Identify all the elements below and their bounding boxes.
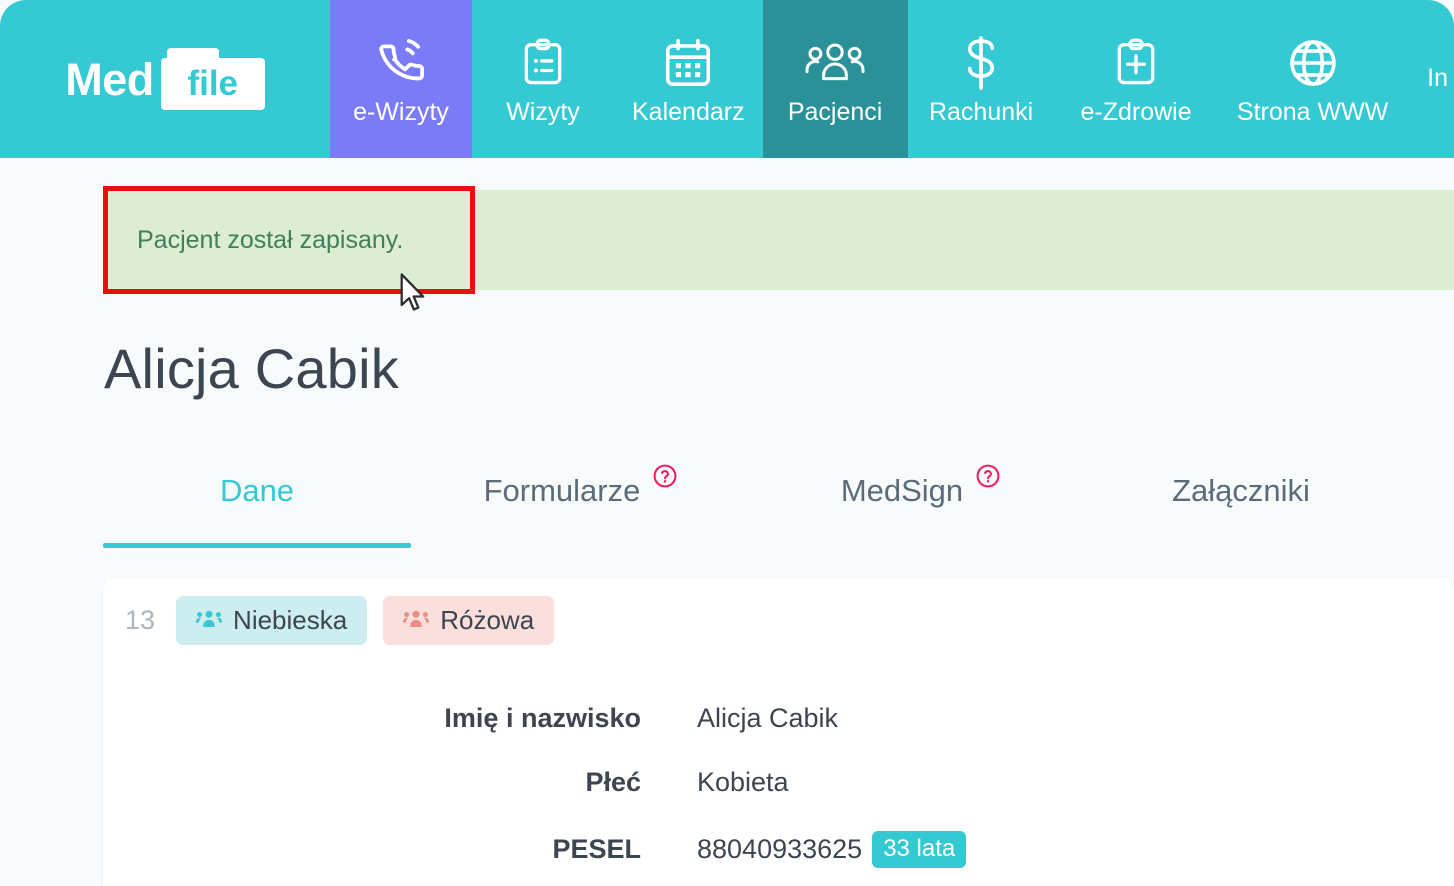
medfile-logo[interactable]: Med file [0, 0, 330, 158]
folder-icon: file [160, 48, 265, 110]
field-value-imie-i-nazwisko: Alicja Cabik [697, 703, 839, 733]
patients-group-icon [805, 32, 865, 94]
success-alert: Pacjent został zapisany. [103, 190, 1454, 290]
nav-label-strona-www: Strona WWW [1236, 97, 1389, 126]
nav-label-e-wizyty: e-Wizyty [353, 97, 449, 126]
tag-chip-rozowa[interactable]: Różowa [383, 596, 555, 645]
nav-label-e-zdrowie: e-Zdrowie [1080, 97, 1192, 126]
nav-label-pacjenci: Pacjenci [787, 97, 883, 126]
main-navigation-bar: Med file e-Wizyty Wizyty Kalendarz Pacje… [0, 0, 1454, 158]
nav-item-pacjenci[interactable]: Pacjenci [762, 0, 908, 158]
nav-item-kalendarz[interactable]: Kalendarz [614, 0, 763, 158]
tab-dane[interactable]: Dane [103, 455, 411, 548]
field-row-pesel: PESEL 88040933625 33 lata [103, 831, 1454, 868]
tag-label-rozowa: Różowa [440, 605, 535, 635]
patient-tabs: Dane Formularze MedSign Załączniki [103, 455, 1454, 555]
field-label-imie-i-nazwisko: Imię i nazwisko [444, 703, 641, 733]
help-icon-formularze[interactable] [652, 463, 678, 489]
dollar-icon [958, 32, 1004, 94]
nav-item-truncated[interactable]: In [1408, 0, 1454, 158]
success-alert-message: Pacjent został zapisany. [137, 225, 404, 254]
age-badge: 33 lata [872, 831, 967, 868]
nav-item-e-zdrowie[interactable]: e-Zdrowie [1055, 0, 1218, 158]
nav-label-rachunki: Rachunki [928, 97, 1034, 126]
nav-item-e-wizyty[interactable]: e-Wizyty [330, 0, 472, 158]
tab-label-medsign: MedSign [840, 473, 964, 508]
field-label-pesel: PESEL [552, 833, 641, 864]
tab-label-formularze: Formularze [483, 473, 641, 508]
patient-data-card: 13 Niebieska Różowa Imię i nazwisko Alic… [103, 578, 1454, 886]
field-value-pesel-wrap: 88040933625 33 lata [641, 831, 967, 868]
nav-label-kalendarz: Kalendarz [632, 97, 745, 126]
patient-fields: Imię i nazwisko Alicja Cabik Płeć Kobiet… [103, 703, 1454, 868]
group-icon [196, 605, 223, 636]
tab-zalaczniki[interactable]: Załączniki [1091, 455, 1391, 548]
tab-formularze[interactable]: Formularze [411, 455, 751, 548]
nav-item-rachunki[interactable]: Rachunki [908, 0, 1055, 158]
patient-id-number: 13 [125, 605, 156, 635]
group-icon [403, 605, 430, 636]
page-title: Alicja Cabik [104, 337, 399, 400]
app-screen: Med file e-Wizyty Wizyty Kalendarz Pacje… [0, 0, 1454, 886]
field-row-imie-i-nazwisko: Imię i nazwisko Alicja Cabik [103, 703, 1454, 734]
logo-text-med: Med [65, 53, 154, 105]
calendar-icon [661, 32, 715, 94]
field-value-plec: Kobieta [697, 767, 789, 797]
phone-call-icon [374, 32, 428, 94]
tag-label-niebieska: Niebieska [233, 605, 348, 635]
tab-label-zalaczniki: Załączniki [1172, 473, 1310, 508]
clipboard-medical-icon [1111, 32, 1161, 94]
nav-label-truncated: In [1427, 65, 1448, 93]
field-row-plec: Płeć Kobieta [103, 767, 1454, 798]
tag-chip-niebieska[interactable]: Niebieska [176, 596, 368, 645]
globe-icon [1286, 32, 1340, 94]
tab-medsign[interactable]: MedSign [751, 455, 1091, 548]
nav-label-wizyty: Wizyty [506, 97, 580, 126]
nav-item-strona-www[interactable]: Strona WWW [1218, 0, 1408, 158]
logo-text-file: file [187, 63, 239, 103]
field-label-plec: Płeć [585, 767, 641, 797]
help-icon-medsign[interactable] [975, 463, 1001, 489]
patient-tag-row: 13 Niebieska Różowa [103, 578, 1454, 645]
field-value-pesel: 88040933625 [697, 833, 863, 864]
clipboard-list-icon [518, 32, 568, 94]
tab-label-dane: Dane [219, 473, 295, 508]
nav-item-wizyty[interactable]: Wizyty [472, 0, 614, 158]
